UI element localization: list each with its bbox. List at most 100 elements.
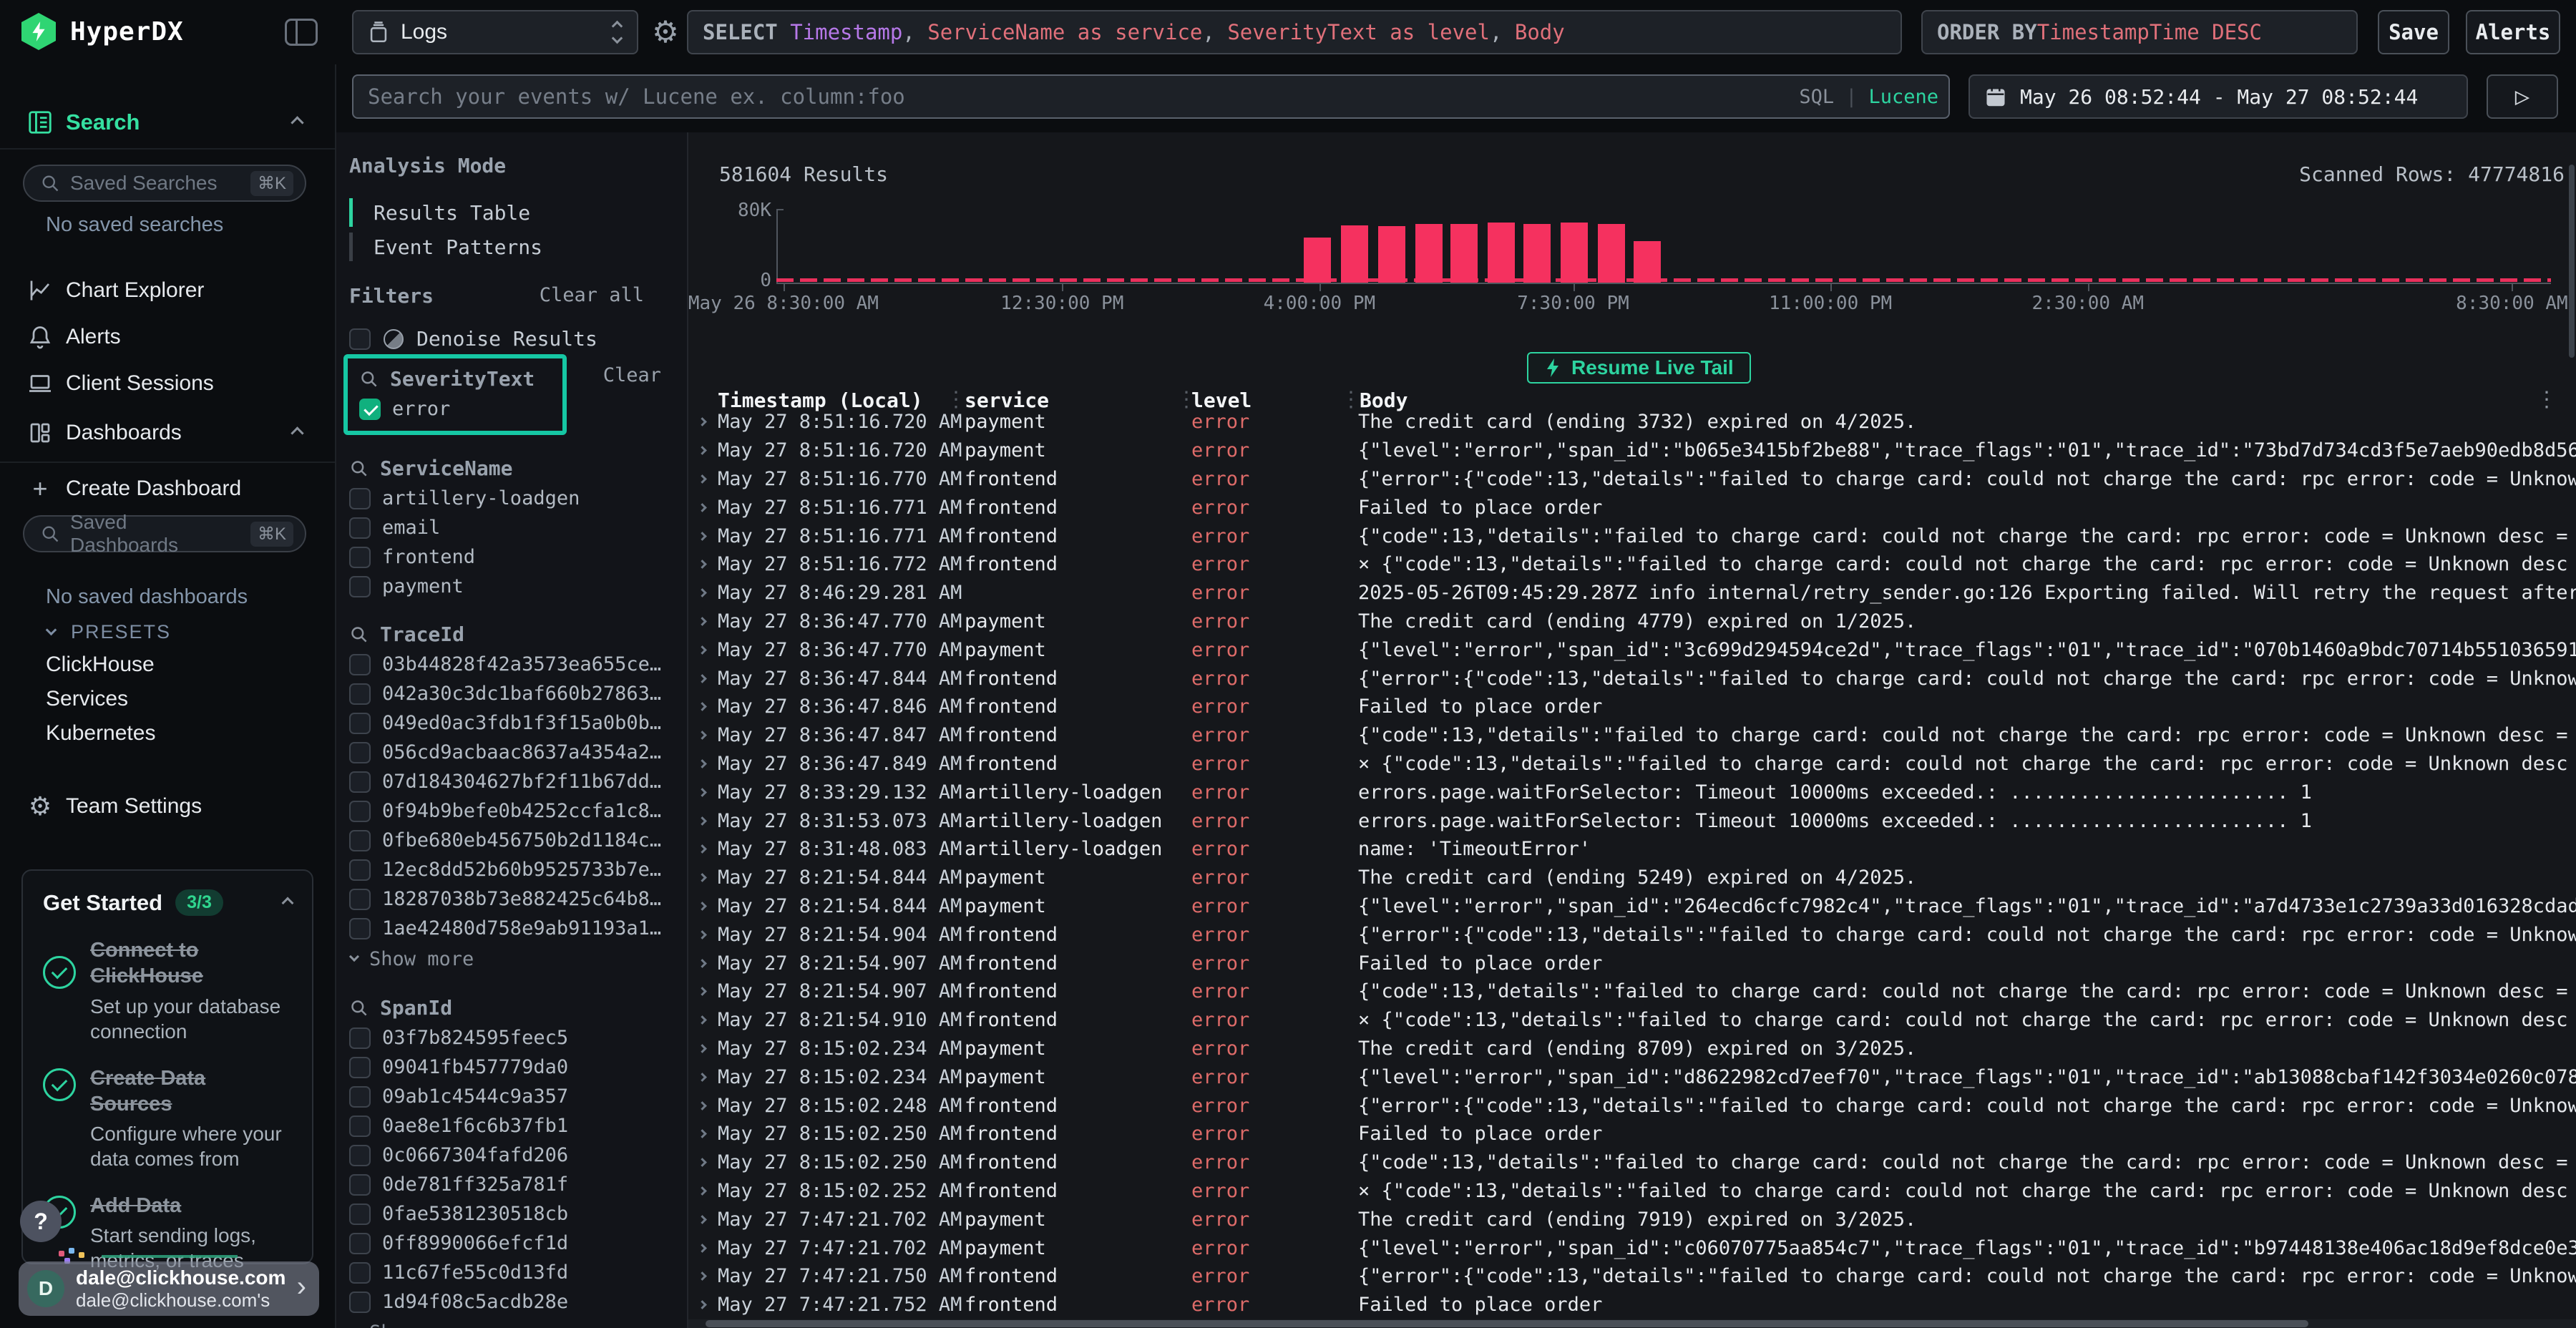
checkbox[interactable] (349, 830, 371, 851)
checkbox[interactable] (349, 859, 371, 881)
run-query-button[interactable]: ▷ (2487, 74, 2558, 119)
search-input[interactable] (352, 74, 1950, 119)
brand[interactable]: HyperDX (21, 13, 184, 50)
sidebar-item-team-settings[interactable]: ⚙ Team Settings (0, 788, 335, 825)
date-range-picker[interactable]: May 26 08:52:44 - May 27 08:52:44 (1968, 74, 2468, 119)
checkbox[interactable] (349, 1057, 371, 1078)
checkbox[interactable] (349, 1292, 371, 1313)
show-more-button[interactable]: Show more (343, 1317, 687, 1328)
sidebar-collapse-icon[interactable] (285, 19, 318, 46)
table-row[interactable]: May 27 7:47:21.752 AMfrontenderrorFailed… (688, 1291, 2576, 1319)
histogram-bar[interactable] (1523, 224, 1551, 283)
filter-item[interactable]: 056cd9acbaac8637a4354a2… (343, 738, 661, 767)
checkbox[interactable] (349, 488, 371, 509)
filter-item[interactable]: 03f7b824595feec5 (343, 1023, 568, 1053)
toggle-lucene[interactable]: Lucene (1868, 86, 1938, 108)
filter-item[interactable]: 0c0667304fafd206 (343, 1141, 568, 1170)
checkbox[interactable] (349, 918, 371, 939)
table-row[interactable]: May 27 8:15:02.248 AMfrontenderror{"erro… (688, 1091, 2576, 1120)
table-row[interactable]: May 27 8:36:47.849 AMfrontenderror× {"co… (688, 750, 2576, 778)
results-histogram[interactable]: 80K 0 May 26 8:30:00 AM12:30:00 PM4:00:0… (688, 132, 2576, 318)
filter-item[interactable]: frontend (343, 542, 580, 572)
table-row[interactable]: May 27 7:47:21.702 AMpaymenterror{"level… (688, 1234, 2576, 1262)
presets-toggle[interactable]: PRESETS (47, 621, 171, 643)
sidebar-item-client-sessions[interactable]: Client Sessions (0, 365, 335, 402)
mode-event-patterns[interactable]: Event Patterns (349, 230, 650, 264)
sidebar-item-dashboards[interactable]: Dashboards (0, 414, 335, 451)
order-by-editor[interactable]: ORDER BY TimestampTime DESC (1921, 10, 2358, 54)
checkbox[interactable] (349, 328, 371, 350)
filter-item[interactable]: 0fae5381230518cb (343, 1199, 568, 1229)
filter-item[interactable]: 1d94f08c5acdb28e (343, 1287, 568, 1317)
table-row[interactable]: May 27 8:51:16.720 AMpaymenterror{"level… (688, 436, 2576, 465)
checkbox-checked[interactable] (359, 399, 381, 420)
source-select[interactable]: Logs (352, 10, 638, 54)
table-row[interactable]: May 27 8:36:47.770 AMpaymenterrorThe cre… (688, 607, 2576, 636)
step-title[interactable]: Create Data Sources (90, 1065, 292, 1118)
save-button[interactable]: Save (2378, 10, 2449, 54)
histogram-bar[interactable] (1598, 224, 1625, 283)
filter-item[interactable]: 18287038b73e882425c64b8… (343, 884, 661, 914)
filter-group-name[interactable]: SeverityText (390, 367, 535, 391)
filter-item[interactable]: 03b44828f42a3573ea655ce… (343, 650, 661, 679)
table-row[interactable]: May 27 7:47:21.750 AMfrontenderror{"erro… (688, 1262, 2576, 1291)
mode-results-table[interactable]: Results Table (349, 195, 650, 230)
checkbox[interactable] (349, 1262, 371, 1284)
table-row[interactable]: May 27 8:36:47.846 AMfrontenderrorFailed… (688, 693, 2576, 721)
chevron-up-icon[interactable] (282, 897, 294, 909)
alerts-button[interactable]: Alerts (2466, 10, 2560, 54)
table-row[interactable]: May 27 8:21:54.844 AMpaymenterrorThe cre… (688, 864, 2576, 892)
table-row[interactable]: May 27 8:15:02.252 AMfrontenderror× {"co… (688, 1177, 2576, 1206)
filter-item[interactable]: 1ae42480d758e9ab91193a1… (343, 914, 661, 943)
checkbox[interactable] (349, 1115, 371, 1137)
checkbox[interactable] (349, 801, 371, 822)
table-row[interactable]: May 27 8:15:02.234 AMpaymenterror{"level… (688, 1063, 2576, 1091)
table-row[interactable]: May 27 8:15:02.250 AMfrontenderror{"code… (688, 1148, 2576, 1177)
filter-item[interactable]: 07d184304627bf2f11b67dd… (343, 767, 661, 796)
checkbox[interactable] (349, 1204, 371, 1225)
table-row[interactable]: May 27 8:51:16.771 AMfrontenderror{"code… (688, 522, 2576, 550)
filter-item[interactable]: 0ff8990066efcf1d (343, 1229, 568, 1258)
filter-item[interactable]: 0ae8e1f6c6b37fb1 (343, 1111, 568, 1141)
clear-all-button[interactable]: Clear all (540, 284, 644, 308)
checkbox[interactable] (349, 1145, 371, 1166)
help-button[interactable]: ? (20, 1201, 62, 1242)
histogram-bar[interactable] (1378, 226, 1405, 283)
checkbox[interactable] (349, 713, 371, 734)
checkbox[interactable] (349, 1027, 371, 1049)
table-row[interactable]: May 27 8:15:02.234 AMpaymenterrorThe cre… (688, 1035, 2576, 1063)
checkbox[interactable] (349, 742, 371, 763)
table-row[interactable]: May 27 8:21:54.904 AMfrontenderror{"erro… (688, 920, 2576, 949)
histogram-bar[interactable] (1341, 225, 1368, 283)
table-row[interactable]: May 27 8:33:29.132 AMartillery-loadgener… (688, 778, 2576, 806)
table-row[interactable]: May 27 7:47:21.702 AMpaymenterrorThe cre… (688, 1205, 2576, 1234)
table-row[interactable]: May 27 8:21:54.910 AMfrontenderror× {"co… (688, 1006, 2576, 1035)
checkbox[interactable] (349, 771, 371, 793)
table-row[interactable]: May 27 8:51:16.720 AMpaymenterrorThe cre… (688, 408, 2576, 436)
saved-searches-input[interactable]: Saved Searches ⌘K (23, 165, 306, 202)
horizontal-scrollbar-thumb[interactable] (706, 1320, 2308, 1327)
filter-item[interactable]: 042a30c3dc1baf660b27863… (343, 679, 661, 708)
table-row[interactable]: May 27 8:15:02.250 AMfrontenderrorFailed… (688, 1120, 2576, 1148)
table-row[interactable]: May 27 8:36:47.844 AMfrontenderror{"erro… (688, 664, 2576, 693)
histogram-bar[interactable] (1415, 224, 1443, 283)
filter-item[interactable]: 09041fb457779da0 (343, 1053, 568, 1082)
table-row[interactable]: May 27 8:51:16.770 AMfrontenderror{"erro… (688, 465, 2576, 494)
preset-services[interactable]: Services (46, 687, 128, 711)
source-settings-gear-icon[interactable]: ⚙ (647, 11, 684, 52)
filter-item[interactable]: artillery-loadgen (343, 484, 580, 513)
sidebar-item-search[interactable]: Search (0, 102, 335, 143)
checkbox[interactable] (349, 517, 371, 539)
table-row[interactable]: May 27 8:36:47.847 AMfrontenderror{"code… (688, 721, 2576, 750)
histogram-bar[interactable] (1561, 223, 1588, 283)
filter-group-name[interactable]: ServiceName (380, 456, 512, 480)
filter-item[interactable]: email (343, 513, 580, 542)
checkbox[interactable] (349, 576, 371, 597)
checkbox[interactable] (349, 889, 371, 910)
step-title[interactable]: Add Data (90, 1193, 292, 1219)
histogram-bar[interactable] (1488, 223, 1515, 283)
preset-kubernetes[interactable]: Kubernetes (46, 721, 155, 746)
checkbox[interactable] (349, 654, 371, 675)
denoise-checkbox[interactable]: Denoise Results (349, 327, 597, 351)
table-row[interactable]: May 27 8:31:48.083 AMartillery-loadgener… (688, 835, 2576, 864)
